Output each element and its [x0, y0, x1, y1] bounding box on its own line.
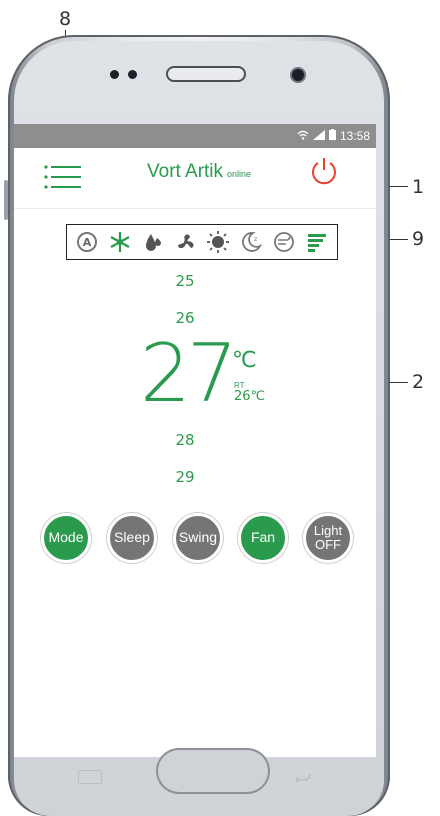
callout-1: 1	[412, 176, 425, 198]
temp-option-below-2[interactable]: 29	[145, 468, 225, 486]
light-off-button[interactable]: Light OFF	[303, 513, 353, 563]
fan-button[interactable]: Fan	[238, 513, 288, 563]
sensor-dot	[110, 70, 119, 79]
room-temp-value: 26℃	[234, 389, 266, 404]
earpiece-speaker	[166, 66, 246, 82]
app-title: Vort Artik online	[147, 161, 251, 183]
snowflake-cool-icon[interactable]	[109, 231, 131, 253]
fresh-air-icon[interactable]	[273, 231, 295, 253]
temp-option-above-1[interactable]: 26	[145, 309, 225, 327]
front-camera	[290, 67, 306, 83]
temperature-unit: ℃	[232, 348, 257, 373]
status-bar: 13:58	[14, 124, 376, 148]
svg-text:A: A	[83, 236, 92, 249]
sensor-dot	[128, 70, 137, 79]
phone-side-button-left	[4, 180, 8, 220]
svg-text:z: z	[254, 236, 257, 243]
temp-option-above-2[interactable]: 25	[145, 272, 225, 290]
callout-2: 2	[412, 371, 425, 393]
battery-icon	[328, 129, 336, 143]
home-button[interactable]	[156, 748, 270, 794]
app-title-text: Vort Artik	[147, 161, 224, 182]
mode-icon-bar: A z	[66, 224, 338, 260]
wifi-icon	[297, 129, 309, 143]
back-key-icon[interactable]	[290, 766, 314, 784]
power-icon	[312, 158, 336, 185]
status-time: 13:58	[339, 129, 370, 143]
fan-icon[interactable]	[175, 231, 197, 253]
sleep-button[interactable]: Sleep	[107, 513, 157, 563]
power-button[interactable]	[308, 155, 340, 187]
callout-8: 8	[59, 8, 72, 30]
current-temperature: 27	[140, 327, 238, 420]
callout-9: 9	[412, 228, 425, 250]
recent-apps-key[interactable]	[78, 770, 102, 784]
app-title-suffix: online	[227, 169, 252, 179]
menu-icon[interactable]	[44, 164, 84, 190]
sun-heat-icon[interactable]	[207, 231, 230, 253]
water-drop-dry-icon[interactable]	[142, 231, 164, 253]
moon-sleep-icon[interactable]: z	[240, 231, 263, 253]
signal-icon	[312, 129, 325, 143]
swing-button[interactable]: Swing	[173, 513, 223, 563]
mode-button[interactable]: Mode	[41, 513, 91, 563]
fan-speed-icon[interactable]	[306, 231, 328, 253]
auto-mode-icon[interactable]: A	[76, 231, 98, 253]
temp-option-below-1[interactable]: 28	[145, 431, 225, 449]
